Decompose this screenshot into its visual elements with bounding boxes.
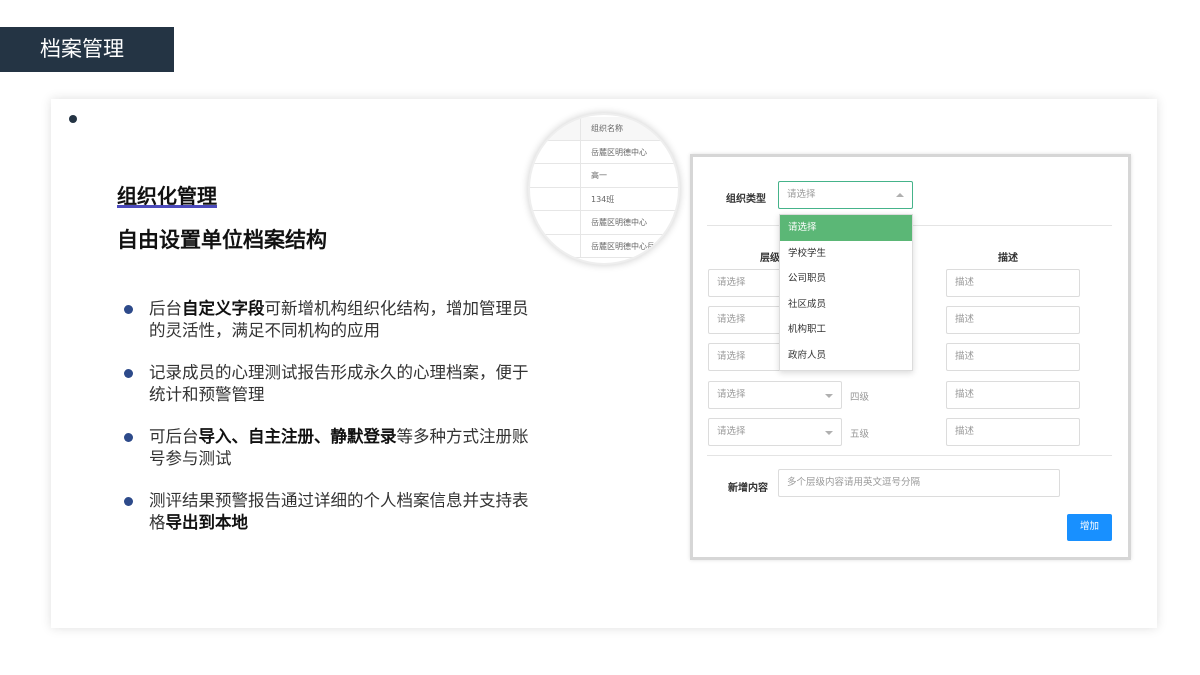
desc-placeholder: 描述 bbox=[955, 277, 975, 288]
magnifier-circle: 组织名称 岳麓区明德中心 高一 134班 岳麓区明德中心 岳麓区明德中心岳麓区 bbox=[528, 113, 680, 265]
org-type-select[interactable]: 请选择 bbox=[778, 181, 913, 209]
level-select-placeholder: 请选择 bbox=[717, 277, 746, 288]
feature-text: 后台 bbox=[149, 299, 182, 318]
feature-highlight: 导出到本地 bbox=[165, 513, 249, 532]
magnified-table: 组织名称 岳麓区明德中心 高一 134班 岳麓区明德中心 岳麓区明德中心岳麓区 bbox=[530, 117, 678, 258]
level-select[interactable]: 请选择 bbox=[708, 418, 842, 446]
dropdown-option[interactable]: 学校学生 bbox=[780, 241, 912, 267]
feature-text: 记录成员的心理测试报告形成永久的心理档案，便于统计和预警管理 bbox=[149, 363, 529, 404]
title-underline bbox=[117, 205, 217, 208]
table-row: 134班 bbox=[530, 187, 678, 211]
feature-text: 可后台 bbox=[149, 427, 199, 446]
dropdown-option[interactable]: 公司职员 bbox=[780, 266, 912, 292]
chevron-down-icon bbox=[825, 394, 833, 398]
column-divider bbox=[580, 164, 581, 187]
table-row: 岳麓区明德中心 bbox=[530, 140, 678, 164]
org-form-panel: 组织类型 请选择 层级 描述 请选择一级描述请选择二级描述请选择三级描述请选择四… bbox=[690, 154, 1131, 560]
level-desc-input[interactable]: 描述 bbox=[946, 381, 1080, 409]
section-title: 组织化管理 bbox=[117, 180, 217, 209]
level-select[interactable]: 请选择 bbox=[708, 381, 842, 409]
cell-text: 岳麓区明德中心 bbox=[591, 218, 647, 227]
cell-text: 岳麓区明德中心岳麓区 bbox=[591, 241, 671, 251]
slide: 档案管理 组织化管理 自由设置单位档案结构 后台自定义字段可新增机构组织化结构，… bbox=[0, 0, 1200, 675]
cell-text: 组织名称 bbox=[591, 124, 623, 133]
org-type-label: 组织类型 bbox=[726, 194, 766, 205]
column-divider bbox=[580, 117, 581, 140]
col-level-header: 层级 bbox=[760, 253, 780, 264]
org-type-dropdown: 请选择 学校学生 公司职员 社区成员 机构职工 政府人员 bbox=[779, 214, 913, 371]
desc-placeholder: 描述 bbox=[955, 426, 975, 437]
col-desc-header: 描述 bbox=[998, 253, 1018, 264]
new-content-placeholder: 多个层级内容请用英文逗号分隔 bbox=[787, 477, 921, 488]
level-desc-input[interactable]: 描述 bbox=[946, 418, 1080, 446]
feature-item: 记录成员的心理测试报告形成永久的心理档案，便于统计和预警管理 bbox=[122, 362, 542, 406]
level-desc-input[interactable]: 描述 bbox=[946, 306, 1080, 334]
table-row: 岳麓区明德中心岳麓区 bbox=[530, 234, 678, 258]
dropdown-option[interactable]: 政府人员 bbox=[780, 343, 912, 369]
table-row: 岳麓区明德中心 bbox=[530, 211, 678, 235]
column-divider bbox=[580, 234, 581, 257]
level-desc-input[interactable]: 描述 bbox=[946, 343, 1080, 371]
table-header-cell: 组织名称 bbox=[530, 117, 678, 141]
feature-highlight: 导入、自主注册、静默登录 bbox=[198, 427, 397, 446]
cell-text: 岳麓区明德中心 bbox=[591, 147, 647, 157]
new-content-label: 新增内容 bbox=[728, 483, 768, 494]
level-name: 四级 bbox=[850, 392, 870, 403]
column-divider bbox=[580, 187, 581, 210]
cell-text: 高一 bbox=[591, 171, 607, 180]
bullet-dot-icon bbox=[124, 369, 133, 378]
dropdown-option[interactable]: 社区成员 bbox=[780, 292, 912, 318]
desc-placeholder: 描述 bbox=[955, 351, 975, 362]
level-select-placeholder: 请选择 bbox=[717, 389, 746, 400]
level-select-placeholder: 请选择 bbox=[717, 426, 746, 437]
feature-item: 可后台导入、自主注册、静默登录等多种方式注册账号参与测试 bbox=[122, 426, 542, 470]
new-content-input[interactable]: 多个层级内容请用英文逗号分隔 bbox=[778, 469, 1060, 497]
dropdown-option[interactable]: 机构职工 bbox=[780, 317, 912, 343]
desc-placeholder: 描述 bbox=[955, 389, 975, 400]
chevron-down-icon bbox=[825, 431, 833, 435]
level-select-placeholder: 请选择 bbox=[717, 351, 746, 362]
cell-text: 134班 bbox=[591, 194, 615, 204]
org-type-placeholder: 请选择 bbox=[787, 189, 816, 200]
feature-list: 后台自定义字段可新增机构组织化结构，增加管理员的灵活性，满足不同机构的应用记录成… bbox=[122, 298, 542, 554]
dropdown-option[interactable]: 请选择 bbox=[780, 215, 912, 241]
add-button[interactable]: 增加 bbox=[1067, 514, 1112, 541]
level-name: 五级 bbox=[850, 429, 870, 440]
level-desc-input[interactable]: 描述 bbox=[946, 269, 1080, 297]
feature-highlight: 自定义字段 bbox=[182, 299, 265, 318]
bullet-dot-icon bbox=[124, 433, 133, 442]
feature-item: 后台自定义字段可新增机构组织化结构，增加管理员的灵活性，满足不同机构的应用 bbox=[122, 298, 542, 342]
divider bbox=[707, 455, 1112, 456]
column-divider bbox=[580, 140, 581, 163]
header-tab: 档案管理 bbox=[0, 27, 174, 72]
desc-placeholder: 描述 bbox=[955, 314, 975, 325]
table-row: 高一 bbox=[530, 164, 678, 188]
column-divider bbox=[580, 211, 581, 234]
bullet-dot-icon bbox=[124, 305, 133, 314]
bullet-dot-icon bbox=[124, 497, 133, 506]
feature-item: 测评结果预警报告通过详细的个人档案信息并支持表格导出到本地 bbox=[122, 490, 542, 534]
chevron-up-icon bbox=[896, 193, 904, 197]
decor-dot bbox=[69, 115, 77, 123]
section-subtitle: 自由设置单位档案结构 bbox=[117, 228, 327, 252]
level-select-placeholder: 请选择 bbox=[717, 314, 746, 325]
